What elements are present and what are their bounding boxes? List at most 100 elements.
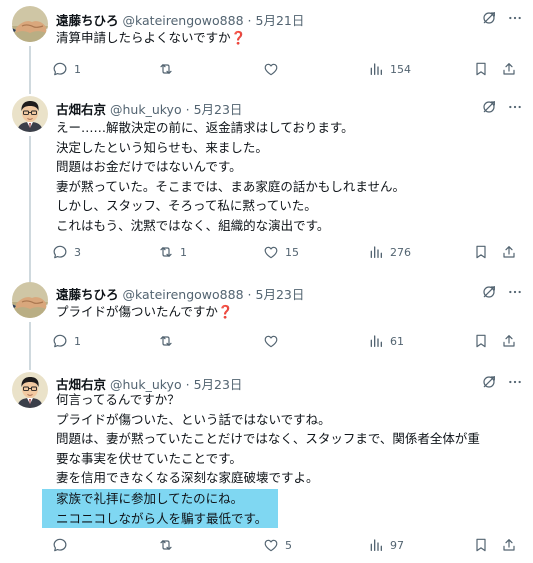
avatar[interactable] — [12, 6, 48, 42]
share-icon — [501, 61, 517, 77]
repost-button[interactable] — [158, 332, 180, 350]
separator-dot: · — [185, 102, 190, 117]
separator-dot: · — [247, 287, 252, 302]
post-3[interactable]: 遠藤ちひろ @kateirengowo888 · 5月23日 プライドが傷ついた… — [0, 272, 533, 362]
handle[interactable]: @huk_ukyo — [110, 102, 182, 117]
share-icon — [501, 333, 517, 349]
question-emoji-icon: ❓ — [217, 304, 234, 319]
post-text: えー……解散決定の前に、返金請求はしております。 決定したという知らせも、来まし… — [56, 118, 519, 236]
highlighted-text-line: 家族で礼拝に参加してたのにね。 — [42, 488, 278, 509]
repost-button[interactable] — [158, 60, 180, 78]
text-line: 清算申請したらよくないですか❓ — [56, 30, 247, 45]
reply-icon — [52, 244, 68, 260]
bookmark-button[interactable] — [473, 332, 489, 350]
views-button[interactable]: 97 — [368, 536, 404, 554]
like-button[interactable] — [263, 60, 285, 78]
post-date[interactable]: 5月23日 — [256, 287, 305, 302]
like-count: 5 — [285, 538, 292, 552]
text-line: 要な事実を伏せていたことです。 — [56, 450, 242, 466]
handle[interactable]: @kateirengowo888 — [123, 287, 244, 302]
display-name[interactable]: 遠藤ちひろ — [56, 13, 119, 28]
share-button[interactable] — [501, 536, 517, 554]
post-2[interactable]: 古畑右京 @huk_ukyo · 5月23日 えー……解散決定の前に、返金請求は… — [0, 88, 533, 272]
highlighted-text-block: 家族で礼拝に参加してたのにね。 — [42, 488, 519, 509]
repost-icon — [158, 537, 174, 553]
reply-button[interactable]: 3 — [52, 243, 81, 261]
share-icon — [501, 244, 517, 260]
views-icon — [368, 244, 384, 260]
post-date[interactable]: 5月23日 — [194, 102, 243, 117]
post-date[interactable]: 5月21日 — [256, 13, 305, 28]
highlighted-text-line: ニコニコしながら人を騙す最低です。 — [42, 508, 278, 529]
views-button[interactable]: 61 — [368, 332, 404, 350]
views-button[interactable]: 276 — [368, 243, 411, 261]
like-button[interactable] — [263, 332, 285, 350]
more-icon[interactable] — [507, 10, 523, 26]
post-4[interactable]: 古畑右京 @huk_ukyo · 5月23日 何言ってるんですか？ プライドが傷… — [0, 362, 533, 563]
share-button[interactable] — [501, 60, 517, 78]
action-bar: 1 154 — [52, 60, 522, 78]
text-line: 決定したという知らせも、来ました。 — [56, 139, 268, 155]
reply-icon — [52, 537, 68, 553]
more-icon[interactable] — [507, 99, 523, 115]
highlighted-text-block: ニコニコしながら人を騙す最低です。 — [42, 508, 519, 529]
bookmark-button[interactable] — [473, 243, 489, 261]
more-icon[interactable] — [507, 284, 523, 300]
action-bar: 1 61 — [52, 332, 522, 350]
reply-button[interactable]: 1 — [52, 60, 81, 78]
bookmark-icon — [473, 537, 489, 553]
repost-count: 1 — [180, 245, 187, 259]
like-icon — [263, 61, 279, 77]
repost-button[interactable] — [158, 536, 180, 554]
like-icon — [263, 244, 279, 260]
grok-icon[interactable] — [481, 10, 497, 26]
avatar[interactable] — [12, 96, 48, 132]
separator-dot: · — [247, 13, 252, 28]
handle[interactable]: @kateirengowo888 — [123, 13, 244, 28]
display-name[interactable]: 遠藤ちひろ — [56, 287, 119, 302]
post-header: 遠藤ちひろ @kateirengowo888 · 5月23日 — [56, 284, 304, 303]
like-count: 15 — [285, 245, 299, 259]
post-text: プライドが傷ついたんですか❓ — [56, 302, 519, 322]
views-icon — [368, 61, 384, 77]
like-button[interactable]: 5 — [263, 536, 292, 554]
bookmark-button[interactable] — [473, 60, 489, 78]
grok-icon[interactable] — [481, 99, 497, 115]
bookmark-icon — [473, 61, 489, 77]
repost-icon — [158, 333, 174, 349]
repost-button[interactable]: 1 — [158, 243, 187, 261]
thread-line — [29, 46, 31, 88]
views-count: 154 — [390, 62, 411, 76]
reply-count: 1 — [74, 334, 81, 348]
post-1[interactable]: 遠藤ちひろ @kateirengowo888 · 5月21日 清算申請したらよく… — [0, 0, 533, 88]
share-button[interactable] — [501, 243, 517, 261]
like-button[interactable]: 15 — [263, 243, 299, 261]
text-line: プライドが傷ついた、という話ではないですね。 — [56, 411, 331, 427]
question-emoji-icon: ❓ — [230, 30, 247, 45]
bookmark-button[interactable] — [473, 536, 489, 554]
views-button[interactable]: 154 — [368, 60, 411, 78]
text-line: 妻を信用できなくなる深刻な家庭破壊ですよ。 — [56, 470, 319, 486]
reply-button[interactable]: 1 — [52, 332, 81, 350]
reply-button[interactable] — [52, 536, 74, 554]
like-icon — [263, 333, 279, 349]
text-line: 問題はお金だけではないんです。 — [56, 159, 242, 175]
more-icon[interactable] — [507, 374, 523, 390]
text-line: えー……解散決定の前に、返金請求はしております。 — [56, 120, 354, 135]
views-count: 276 — [390, 245, 411, 259]
display-name[interactable]: 古畑右京 — [56, 102, 106, 117]
thread-line — [29, 322, 31, 362]
bookmark-icon — [473, 333, 489, 349]
avatar[interactable] — [12, 372, 48, 408]
grok-icon[interactable] — [481, 374, 497, 390]
thread-line — [29, 362, 31, 370]
share-button[interactable] — [501, 332, 517, 350]
repost-icon — [158, 244, 174, 260]
post-header: 遠藤ちひろ @kateirengowo888 · 5月21日 — [56, 10, 304, 29]
text-line: 何言ってるんですか？ — [56, 392, 180, 407]
text-line: しかし、スタッフ、そろって私に黙っていた。 — [56, 198, 317, 214]
action-bar: 5 97 — [52, 536, 522, 554]
text-line: 問題は、妻が黙っていたことだけではなく、スタッフまで、関係者全体が重 — [56, 431, 480, 447]
avatar[interactable] — [12, 282, 48, 318]
grok-icon[interactable] — [481, 284, 497, 300]
